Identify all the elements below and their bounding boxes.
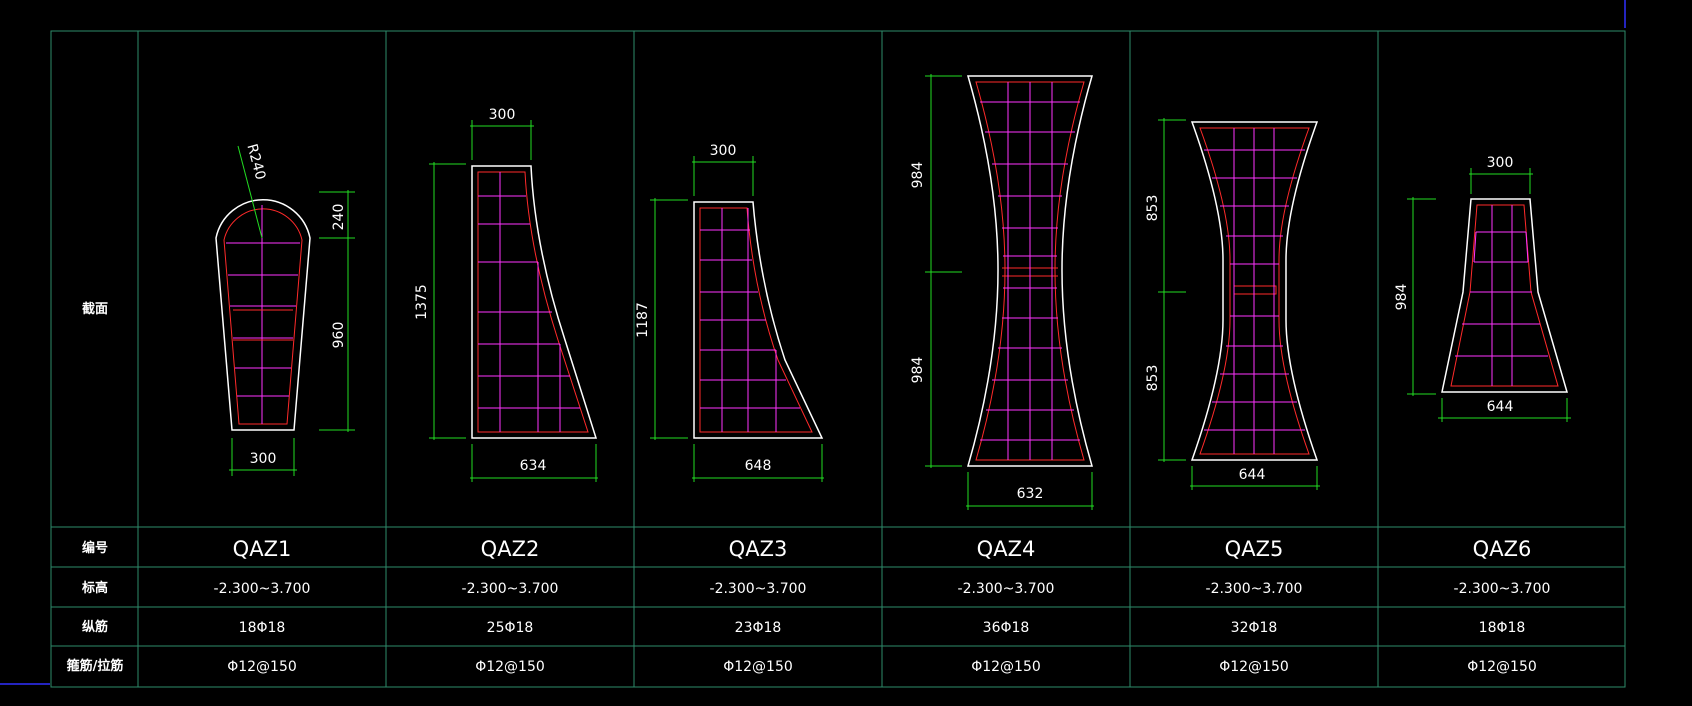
- elevation-qaz2: -2.300~3.700: [462, 581, 559, 597]
- stirrup-qaz3: Φ12@150: [723, 659, 793, 675]
- stirrup-qaz2: Φ12@150: [475, 659, 545, 675]
- elevation-qaz5: -2.300~3.700: [1206, 581, 1303, 597]
- dim-qaz5-lower-height: 853: [1145, 365, 1161, 392]
- column-id-qaz2: QAZ2: [481, 537, 540, 561]
- row-label-elevation: 标高: [81, 580, 108, 596]
- stirrup-qaz6: Φ12@150: [1467, 659, 1537, 675]
- dim-qaz1-radius: R240: [243, 142, 268, 181]
- section-qaz5: 853 853 644: [1145, 118, 1320, 490]
- dim-qaz3-height: 1187: [635, 302, 651, 338]
- section-qaz4: 984 984 632: [910, 74, 1094, 510]
- column-id-qaz3: QAZ3: [729, 537, 788, 561]
- dim-qaz1-bottom-width: 300: [250, 451, 277, 467]
- section-qaz1: R240 240 960 300: [215, 142, 355, 476]
- longitudinal-qaz1: 18Φ18: [239, 620, 286, 636]
- row-label-longitudinal: 纵筋: [82, 619, 108, 635]
- longitudinal-qaz6: 18Φ18: [1479, 620, 1526, 636]
- dim-qaz1-arc-height: 240: [331, 204, 347, 231]
- dim-qaz2-bottom-width: 634: [520, 458, 547, 474]
- elevation-qaz3: -2.300~3.700: [710, 581, 807, 597]
- dim-qaz3-bottom-width: 648: [745, 458, 772, 474]
- dim-qaz4-bottom-width: 632: [1017, 486, 1044, 502]
- section-qaz3: 300 1187 648: [635, 143, 824, 482]
- dim-qaz2-height: 1375: [414, 284, 430, 320]
- dim-qaz5-bottom-width: 644: [1239, 467, 1266, 483]
- dim-qaz6-bottom-width: 644: [1487, 399, 1514, 415]
- dim-qaz5-upper-height: 853: [1145, 195, 1161, 222]
- dim-qaz2-top-width: 300: [489, 107, 516, 123]
- cad-drawing: 截面 编号 标高 纵筋 箍筋/拉筋 QAZ1 QAZ2 QAZ3 QAZ4 QA…: [0, 0, 1626, 688]
- column-id-qaz5: QAZ5: [1225, 537, 1284, 561]
- section-qaz2: 300 1375 634: [414, 107, 598, 482]
- column-id-qaz1: QAZ1: [233, 537, 292, 561]
- longitudinal-qaz3: 23Φ18: [735, 620, 782, 636]
- dim-qaz1-height: 960: [331, 322, 347, 349]
- elevation-qaz1: -2.300~3.700: [214, 581, 311, 597]
- stirrup-qaz1: Φ12@150: [227, 659, 297, 675]
- column-id-qaz4: QAZ4: [977, 537, 1036, 561]
- stirrup-qaz4: Φ12@150: [971, 659, 1041, 675]
- stirrup-qaz5: Φ12@150: [1219, 659, 1289, 675]
- dim-qaz4-upper-height: 984: [910, 162, 926, 189]
- row-label-stirrup: 箍筋/拉筋: [67, 658, 124, 674]
- row-label-section: 截面: [82, 301, 108, 317]
- elevation-qaz6: -2.300~3.700: [1454, 581, 1551, 597]
- longitudinal-qaz2: 25Φ18: [487, 620, 534, 636]
- elevation-qaz4: -2.300~3.700: [958, 581, 1055, 597]
- dim-qaz4-lower-height: 984: [910, 357, 926, 384]
- section-qaz6: 300 984 644: [1394, 155, 1571, 422]
- longitudinal-qaz4: 36Φ18: [983, 620, 1030, 636]
- longitudinal-qaz5: 32Φ18: [1231, 620, 1278, 636]
- dim-qaz6-height: 984: [1394, 284, 1410, 311]
- row-label-id: 编号: [82, 540, 108, 556]
- column-id-qaz6: QAZ6: [1473, 537, 1532, 561]
- dim-qaz6-top-width: 300: [1487, 155, 1514, 171]
- dim-qaz3-top-width: 300: [710, 143, 737, 159]
